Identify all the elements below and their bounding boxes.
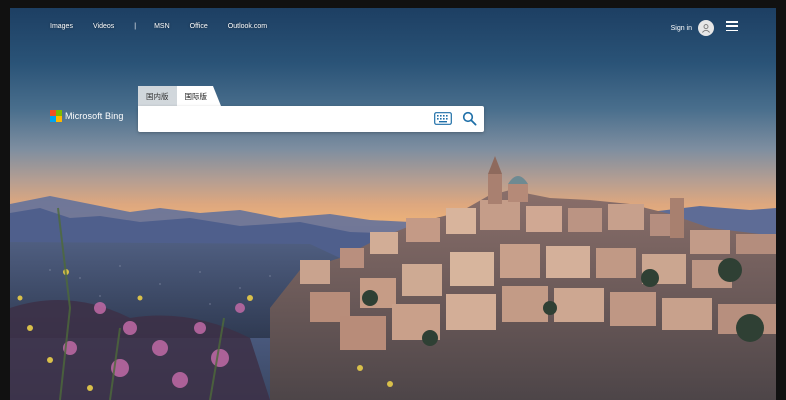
tab-international[interactable]: 国际版 bbox=[176, 86, 221, 106]
microsoft-logo-icon bbox=[50, 110, 62, 122]
nav-link-msn[interactable]: MSN bbox=[154, 23, 170, 30]
nav-link-office[interactable]: Office bbox=[190, 23, 208, 30]
search-icon[interactable] bbox=[462, 111, 477, 126]
search-box bbox=[138, 106, 484, 132]
sign-in-label: Sign in bbox=[670, 24, 692, 32]
nav-separator: | bbox=[134, 22, 137, 30]
homepage: Images Videos | MSN Office Outlook.com S… bbox=[10, 8, 776, 400]
nav-link-images[interactable]: Images bbox=[50, 23, 73, 30]
nav-link-outlook[interactable]: Outlook.com bbox=[228, 23, 267, 30]
sign-in-button[interactable]: Sign in bbox=[671, 20, 714, 36]
top-navigation: Images Videos | MSN Office Outlook.com bbox=[50, 15, 287, 37]
search-region-tabs: 国内版 国际版 bbox=[138, 86, 221, 106]
search-input[interactable] bbox=[146, 111, 426, 127]
keyboard-icon[interactable] bbox=[434, 112, 452, 125]
background-image bbox=[10, 156, 776, 400]
hamburger-menu-icon[interactable] bbox=[726, 21, 738, 31]
person-icon bbox=[698, 20, 714, 36]
nav-link-videos[interactable]: Videos bbox=[93, 23, 114, 30]
tab-domestic[interactable]: 国内版 bbox=[138, 86, 177, 106]
logo-text: Microsoft Bing bbox=[65, 111, 124, 121]
bing-logo[interactable]: Microsoft Bing bbox=[50, 110, 123, 122]
